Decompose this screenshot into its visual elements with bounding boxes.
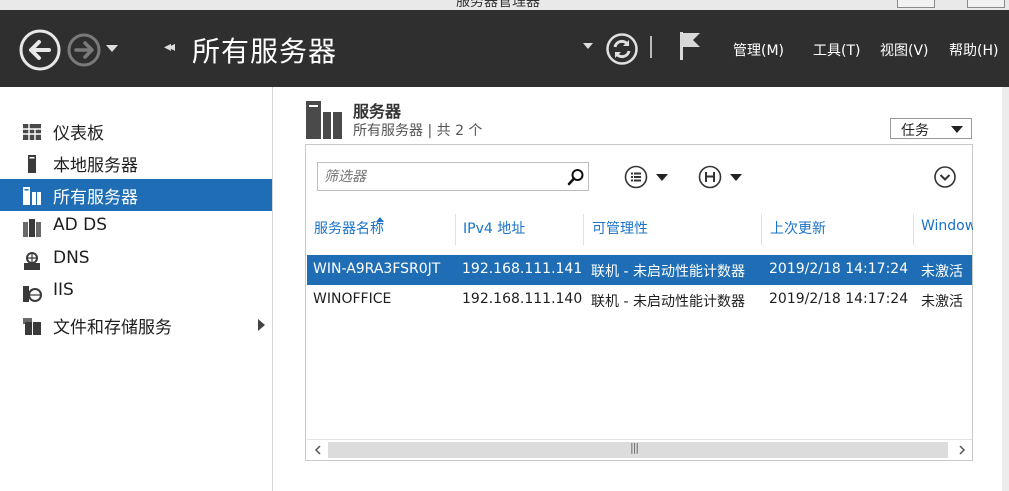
column-header-windows[interactable]: Window — [921, 218, 973, 244]
scrollbar-grip: ||| — [630, 441, 639, 454]
dashboard-icon — [23, 124, 41, 140]
notifications-button[interactable] — [676, 30, 702, 62]
tasks-dropdown[interactable]: 任务 — [890, 118, 972, 139]
chevron-down-icon — [656, 174, 668, 181]
servers-icon — [306, 101, 342, 139]
header-bar: ◂◂ 所有服务器 管理(M) 工具(T) 视图(V) 帮助(H) — [0, 10, 1009, 87]
cell-manageability: 联机 - 未启动性能计数器 — [591, 264, 745, 280]
page-title: 服务器 — [353, 102, 402, 121]
back-arrow-icon — [19, 29, 61, 71]
column-divider — [583, 214, 584, 245]
column-divider — [455, 214, 456, 245]
window-title: 服务器管理器 — [456, 0, 540, 10]
sidebar-item-file-storage[interactable]: 文件和存储服务 — [0, 309, 272, 341]
refresh-button[interactable] — [605, 32, 639, 66]
sort-ascending-icon — [376, 217, 384, 222]
restore-window-button[interactable] — [897, 0, 935, 8]
cell-last-update: 2019/2/18 14:17:24 — [769, 261, 909, 277]
server-icon — [28, 155, 36, 173]
horizontal-scrollbar[interactable]: ||| — [307, 439, 972, 460]
filter-input[interactable] — [318, 163, 558, 190]
breadcrumb: 所有服务器 — [192, 35, 338, 68]
chevron-down-icon — [730, 174, 742, 181]
sidebar-item-adds[interactable]: AD DS — [0, 211, 272, 243]
cell-ipv4: 192.168.111.141 — [462, 261, 582, 277]
dns-icon — [24, 252, 40, 270]
column-divider — [913, 214, 914, 245]
vertical-scrollbar[interactable] — [1002, 87, 1009, 491]
sidebar-item-local-server[interactable]: 本地服务器 — [0, 147, 272, 179]
collapse-button[interactable] — [933, 166, 957, 188]
menu-help[interactable]: 帮助(H) — [949, 40, 998, 60]
list-options-button[interactable] — [624, 165, 674, 189]
cell-activation: 未激活 — [921, 294, 963, 310]
main-content: 服务器 所有服务器 | 共 2 个 任务 筛选器 服务器名称 IPv4 地址 可… — [274, 87, 1009, 491]
column-header-ipv4[interactable]: IPv4 地址 — [463, 218, 525, 244]
sidebar-item-label: 仪表板 — [53, 124, 104, 144]
breadcrumb-separator: ◂◂ — [164, 39, 175, 55]
menu-manage[interactable]: 管理(M) — [733, 40, 784, 60]
chevron-down-icon — [106, 44, 118, 52]
cell-manageability: 联机 - 未启动性能计数器 — [591, 294, 745, 310]
save-icon — [698, 165, 722, 189]
flag-icon — [680, 32, 700, 60]
sidebar-item-all-servers[interactable]: 所有服务器 — [0, 179, 272, 211]
sidebar-item-dashboard[interactable]: 仪表板 — [0, 115, 272, 147]
scroll-left-icon[interactable] — [311, 443, 325, 457]
header-divider — [650, 36, 652, 58]
sidebar-item-label: 所有服务器 — [53, 188, 138, 208]
forward-arrow-icon — [67, 33, 101, 67]
save-query-button[interactable] — [698, 165, 748, 189]
forward-button[interactable] — [66, 32, 102, 68]
file-storage-icon — [23, 318, 41, 335]
sidebar-item-dns[interactable]: DNS — [0, 244, 272, 276]
column-header-manageability[interactable]: 可管理性 — [592, 218, 648, 244]
window-title-bar: 服务器管理器 — [0, 0, 1009, 10]
sidebar-item-iis[interactable]: IIS — [0, 276, 272, 308]
column-divider — [761, 214, 762, 245]
search-icon[interactable] — [566, 168, 586, 186]
filter-box — [317, 162, 589, 191]
column-header-last-update[interactable]: 上次更新 — [770, 218, 826, 244]
servers-icon — [23, 187, 41, 205]
tasks-label: 任务 — [901, 123, 929, 139]
table-row[interactable]: WIN-A9RA3FSR0JT 192.168.111.141 联机 - 未启动… — [307, 255, 972, 285]
cell-activation: 未激活 — [921, 264, 963, 280]
sidebar-item-label: 文件和存储服务 — [53, 318, 172, 338]
scroll-right-icon[interactable] — [955, 443, 969, 457]
history-dropdown-button[interactable] — [104, 43, 120, 53]
scrollbar-thumb[interactable]: ||| — [328, 441, 948, 458]
column-header-server-name[interactable]: 服务器名称 — [314, 218, 384, 244]
iis-icon — [23, 286, 42, 302]
cell-server-name: WIN-A9RA3FSR0JT — [313, 261, 441, 277]
menu-tools[interactable]: 工具(T) — [813, 40, 860, 60]
cell-last-update: 2019/2/18 14:17:24 — [769, 291, 909, 307]
refresh-icon — [606, 33, 638, 65]
cell-ipv4: 192.168.111.140 — [462, 291, 582, 307]
sidebar-item-label: 本地服务器 — [53, 156, 138, 176]
cell-server-name: WINOFFICE — [313, 291, 392, 307]
expand-arrow-icon[interactable] — [258, 319, 265, 331]
menu-view[interactable]: 视图(V) — [880, 40, 929, 60]
close-window-button[interactable] — [967, 0, 1005, 8]
sidebar: 仪表板 本地服务器 所有服务器 AD DS DNS IIS 文件和存储服务 — [0, 87, 273, 491]
breadcrumb-dropdown-button[interactable] — [583, 43, 593, 49]
table-row[interactable]: WINOFFICE 192.168.111.140 联机 - 未启动性能计数器 … — [307, 285, 972, 315]
sidebar-item-label: AD DS — [53, 215, 108, 235]
adds-icon — [23, 219, 41, 237]
sidebar-item-label: DNS — [53, 248, 90, 268]
chevron-circle-down-icon — [934, 166, 956, 188]
list-options-icon — [624, 165, 648, 189]
page-subtitle: 所有服务器 | 共 2 个 — [353, 123, 483, 139]
servers-panel: 服务器名称 IPv4 地址 可管理性 上次更新 Window WIN-A9RA3… — [305, 144, 973, 461]
back-button[interactable] — [18, 28, 62, 72]
sidebar-item-label: IIS — [53, 280, 74, 300]
chevron-down-icon — [951, 126, 963, 133]
